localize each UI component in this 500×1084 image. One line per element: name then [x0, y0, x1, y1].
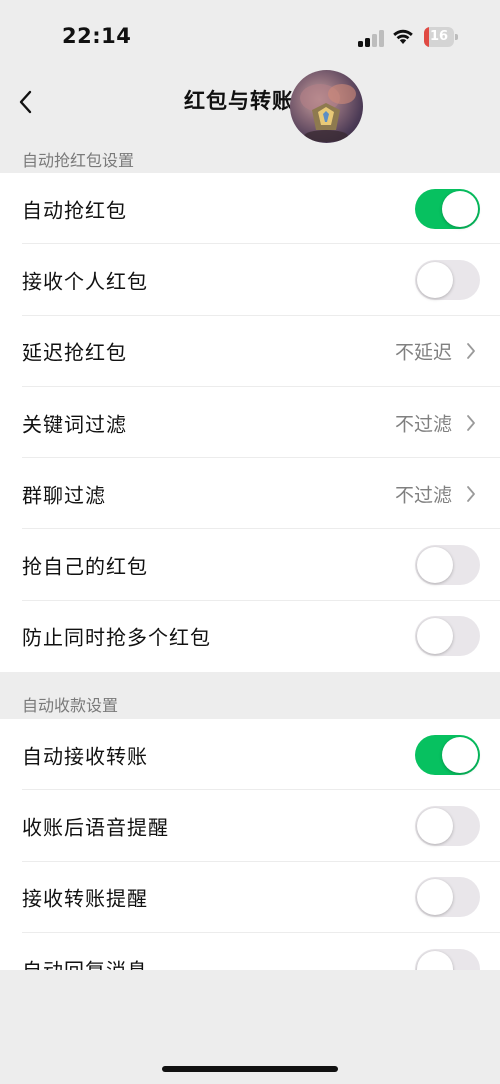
settings-row[interactable]: 关键词过滤 不过滤: [0, 387, 500, 459]
toggle-knob: [417, 261, 453, 298]
settings-group-auto-collect: 自动接收转账收账后语音提醒接收转账提醒自动回复消息: [0, 719, 500, 970]
toggle-switch[interactable]: [415, 805, 480, 846]
avatar-image: [300, 84, 356, 142]
toggle-knob: [417, 618, 453, 655]
settings-row[interactable]: 自动抢红包: [0, 173, 500, 245]
settings-row-label: 防止同时抢多个红包: [22, 625, 211, 650]
settings-row[interactable]: 自动接收转账: [0, 719, 500, 791]
settings-row[interactable]: 抢自己的红包: [0, 529, 500, 601]
toggle-knob: [417, 807, 453, 844]
status-time: 22:14: [62, 24, 132, 48]
toggle-switch[interactable]: [415, 948, 480, 970]
settings-row[interactable]: 接收转账提醒: [0, 862, 500, 933]
settings-row-label: 接收个人红包: [22, 269, 148, 294]
settings-row-label: 抢自己的红包: [22, 554, 148, 579]
settings-row-label: 关键词过滤: [22, 412, 127, 437]
screen: 22:14 16 红包与转账设 自动抢红包设置 自动抢红包 接收个人红包 延迟抢…: [0, 0, 500, 1084]
settings-row[interactable]: 收账后语音提醒: [0, 790, 500, 862]
battery-icon: 16: [424, 27, 458, 47]
toggle-knob: [417, 879, 453, 916]
section-header-auto-red-packet: 自动抢红包设置: [22, 151, 135, 170]
home-indicator: [162, 1066, 338, 1072]
settings-row-label: 自动抢红包: [22, 198, 127, 223]
settings-row-label: 收账后语音提醒: [22, 815, 169, 840]
settings-row[interactable]: 防止同时抢多个红包: [0, 601, 500, 672]
settings-row[interactable]: 自动回复消息: [0, 933, 500, 970]
toggle-switch[interactable]: [415, 545, 480, 586]
settings-row[interactable]: 群聊过滤 不过滤: [0, 458, 500, 530]
settings-row-value: 不过滤: [394, 413, 452, 436]
toggle-knob: [417, 950, 453, 970]
toggle-switch[interactable]: [415, 616, 480, 657]
chevron-right-icon: [467, 343, 475, 360]
status-bar: 22:14 16: [0, 0, 500, 70]
page-title: 红包与转账设: [184, 89, 316, 113]
settings-row-label: 自动回复消息: [22, 954, 148, 970]
section-header-auto-collect: 自动收款设置: [22, 696, 119, 715]
chevron-right-icon: [467, 485, 475, 502]
settings-row[interactable]: 延迟抢红包 不延迟: [0, 316, 500, 387]
battery-level: 16: [429, 29, 449, 44]
settings-row-label: 接收转账提醒: [22, 886, 148, 911]
wifi-icon: [393, 29, 413, 44]
toggle-switch[interactable]: [415, 259, 480, 300]
settings-group-auto-red-packet: 自动抢红包 接收个人红包 延迟抢红包 不延迟 关键词过滤 不过滤 群聊过滤 不过滤 抢自己的红包…: [0, 173, 500, 672]
toggle-knob: [442, 736, 478, 773]
settings-row-label: 延迟抢红包: [22, 340, 127, 365]
nav-bar: 红包与转账设: [0, 70, 500, 143]
toggle-knob: [442, 190, 478, 227]
settings-row-label: 自动接收转账: [22, 744, 148, 769]
toggle-switch[interactable]: [415, 734, 480, 775]
toggle-knob: [417, 547, 453, 584]
settings-row[interactable]: 接收个人红包: [0, 244, 500, 316]
settings-row-label: 群聊过滤: [22, 483, 106, 508]
toggle-switch[interactable]: [415, 877, 480, 918]
avatar[interactable]: [290, 70, 363, 143]
settings-row-value: 不延迟: [394, 341, 452, 364]
chevron-right-icon: [467, 414, 475, 431]
settings-row-value: 不过滤: [394, 484, 452, 507]
cellular-signal-icon: [358, 29, 384, 47]
toggle-switch[interactable]: [415, 188, 480, 229]
